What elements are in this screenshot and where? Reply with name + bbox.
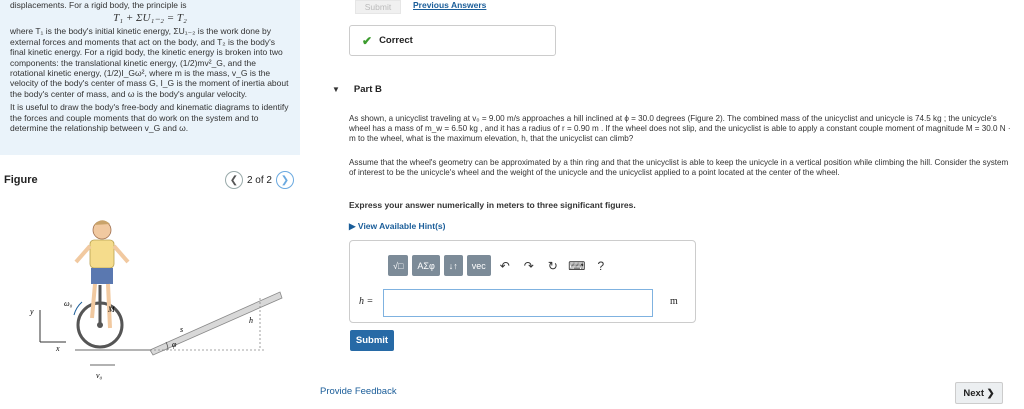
intro-paragraph: where T₁ is the body's initial kinetic e…	[10, 26, 289, 99]
next-button[interactable]: Next ❯	[955, 382, 1003, 404]
rider-arm-right	[112, 244, 130, 264]
label-M: M	[107, 305, 116, 314]
answer-unit: m	[670, 296, 678, 307]
answer-input[interactable]	[383, 289, 653, 317]
arrows-button[interactable]: ↓↑	[443, 255, 463, 276]
collapse-triangle-icon[interactable]: ▼	[332, 85, 340, 94]
vec-button[interactable]: vec	[466, 255, 491, 276]
answer-label: h =	[359, 296, 374, 307]
previous-answers-link[interactable]: Previous Answers	[413, 0, 486, 10]
reset-icon[interactable]: ↻	[543, 255, 563, 276]
figure-pager: ❮ 2 of 2 ❯	[224, 171, 294, 189]
label-v0: v₀	[96, 371, 103, 380]
chevron-right-icon[interactable]: ❯	[276, 171, 294, 189]
chevron-left-icon[interactable]: ❮	[224, 171, 243, 189]
incline-ramp	[149, 291, 283, 356]
question-text: As shown, a unicyclist traveling at v₀ =…	[349, 114, 1011, 143]
math-toolbar: √□ ΑΣφ ↓↑ vec ↶ ↷ ↻ ⌨ ?	[388, 255, 611, 276]
label-s: s	[180, 325, 183, 334]
figure-label: Figure	[4, 174, 38, 186]
hint-label: View Available Hint(s)	[357, 221, 446, 231]
figure-page: 2 of 2	[246, 174, 272, 186]
label-h: h	[249, 316, 253, 325]
greek-button[interactable]: ΑΣφ	[412, 255, 440, 276]
help-icon[interactable]: ?	[591, 255, 611, 276]
hint-triangle-icon: ▶	[349, 221, 356, 231]
answer-panel: √□ ΑΣφ ↓↑ vec ↶ ↷ ↻ ⌨ ? h =	[349, 240, 696, 323]
energy-equation: T₁ + ΣU₁₋₂ = T₂	[113, 12, 187, 25]
templates-button[interactable]: √□	[388, 255, 409, 276]
rider-shorts	[91, 268, 113, 284]
label-y: y	[29, 307, 34, 316]
submit-button-disabled: Submit	[355, 0, 401, 14]
assumption-text: Assume that the wheel's geometry can be …	[349, 158, 1009, 177]
rider-leg-left	[90, 283, 97, 319]
label-omega: ω₀	[64, 299, 73, 308]
checkmark-icon: ✔	[362, 33, 373, 48]
figure-header: Figure ❮ 2 of 2 ❯	[0, 168, 300, 194]
provide-feedback-link[interactable]: Provide Feedback	[320, 386, 397, 397]
rider-arm-left	[74, 244, 92, 264]
part-title: Part B	[353, 84, 382, 95]
intro-paragraph-2: It is useful to draw the body's free-bod…	[10, 102, 289, 134]
intro-line: displacements. For a rigid body, the pri…	[10, 0, 187, 10]
hint-toggle[interactable]: ▶ View Available Hint(s)	[349, 221, 445, 232]
status-correct: ✔ Correct	[349, 25, 556, 56]
label-phi: φ	[172, 340, 177, 349]
main-content: Submit Previous Answers ✔ Correct ▼ Part…	[315, 0, 1024, 409]
intro-text: displacements. For a rigid body, the pri…	[0, 0, 300, 155]
label-x: x	[55, 344, 60, 353]
status-text: Correct	[379, 35, 413, 46]
instruction-text: Express your answer numerically in meter…	[349, 200, 636, 210]
undo-icon[interactable]: ↶	[495, 255, 515, 276]
keyboard-icon[interactable]: ⌨	[567, 255, 587, 276]
rider-torso	[89, 239, 115, 269]
redo-icon[interactable]: ↷	[519, 255, 539, 276]
unicycle-figure: y x ω₀ M s h φ v₀	[29, 220, 283, 380]
part-header[interactable]: ▼ Part B	[332, 84, 382, 95]
left-panel: displacements. For a rigid body, the pri…	[0, 0, 300, 409]
submit-button[interactable]: Submit	[350, 330, 394, 351]
